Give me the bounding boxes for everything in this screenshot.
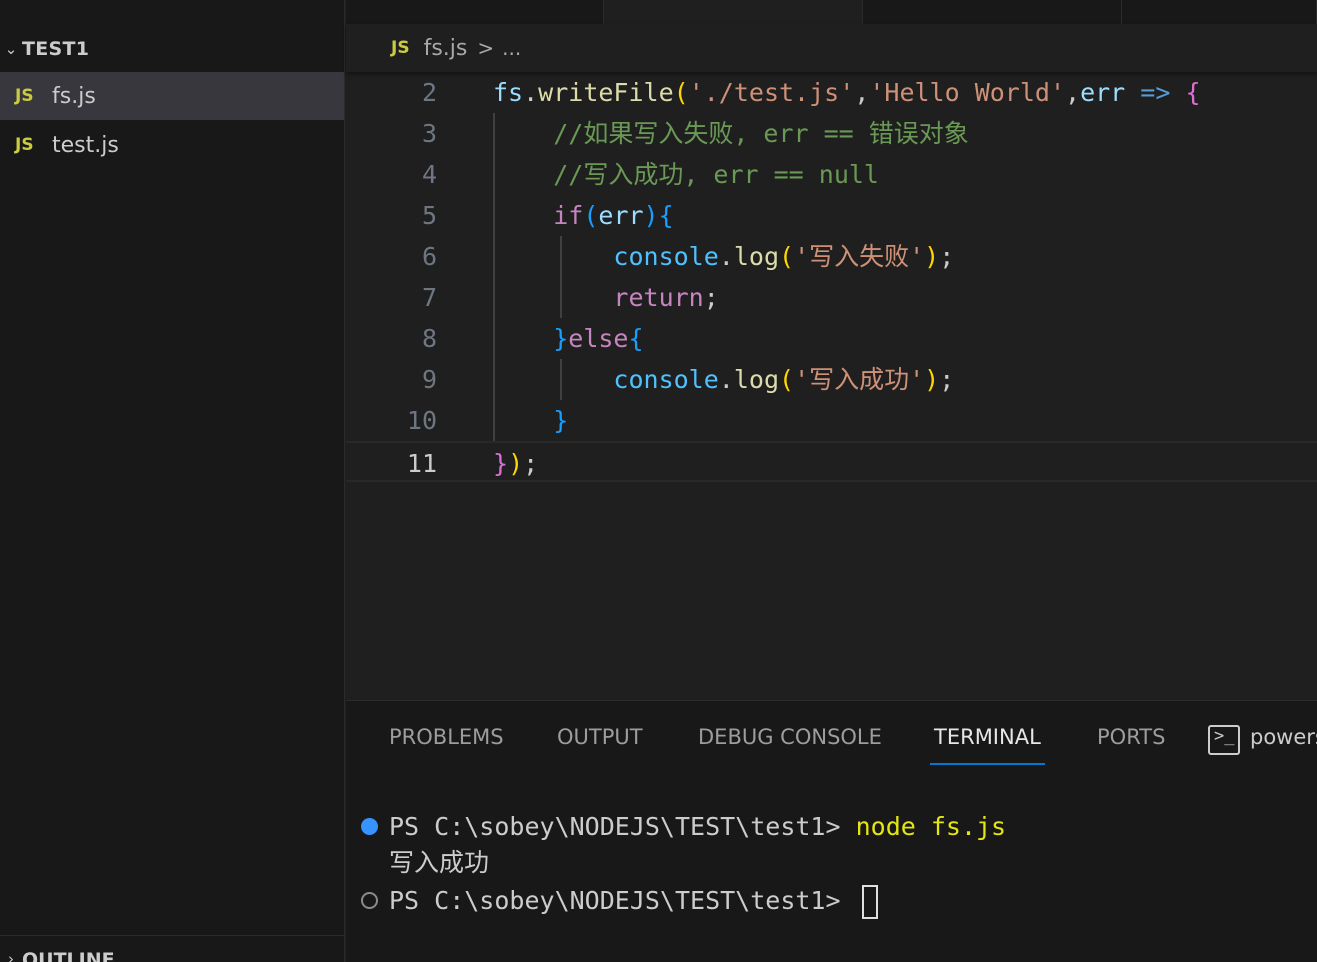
code-line[interactable]: 3 //如果写入失败, err == 错误对象 — [346, 113, 1317, 154]
command-pending-icon[interactable] — [361, 892, 378, 909]
code-line[interactable]: 9 console.log('写入成功'); — [346, 359, 1317, 400]
code-text: }); — [493, 449, 539, 478]
explorer-sidebar: ⌄ TEST1 JS fs.js JS test.js › OUTLINE — [0, 0, 345, 962]
terminal-cursor — [861, 885, 878, 919]
tab-ports[interactable]: PORTS — [1097, 725, 1165, 761]
line-number: 11 — [406, 449, 437, 478]
terminal-line: PS C:\sobey\NODEJS\TEST\test1> — [389, 883, 878, 919]
code-text: if(err){ — [553, 201, 674, 230]
line-number: 8 — [421, 324, 437, 353]
terminal-command: node fs.js — [855, 812, 1007, 841]
code-line[interactable]: 5 if(err){ — [346, 195, 1317, 236]
file-item-test-js[interactable]: JS test.js — [0, 121, 344, 169]
javascript-file-icon: JS — [15, 135, 34, 155]
code-line[interactable]: 11}); — [346, 441, 1317, 482]
terminal-prompt: PS C:\sobey\NODEJS\TEST\test1> — [389, 886, 856, 915]
folder-header[interactable]: ⌄ TEST1 — [0, 30, 344, 68]
line-number: 9 — [421, 365, 437, 394]
file-name: fs.js — [52, 83, 96, 109]
tab-terminal[interactable]: TERMINAL — [930, 725, 1045, 765]
line-number: 7 — [421, 283, 437, 312]
code-text: return; — [613, 283, 719, 312]
code-text: console.log('写入失败'); — [613, 242, 955, 271]
tab-debug-console[interactable]: DEBUG CONSOLE — [698, 725, 882, 761]
line-number: 5 — [421, 201, 437, 230]
breadcrumb-file[interactable]: fs.js — [424, 36, 468, 61]
file-item-fs-js[interactable]: JS fs.js — [0, 72, 344, 120]
code-line[interactable]: 7 return; — [346, 277, 1317, 318]
code-text: console.log('写入成功'); — [613, 365, 955, 394]
code-text: fs.writeFile('./test.js','Hello World',e… — [493, 78, 1201, 107]
code-line[interactable]: 4 //写入成功, err == null — [346, 154, 1317, 195]
command-success-icon[interactable] — [361, 818, 378, 835]
code-line[interactable]: 6 console.log('写入失败'); — [346, 236, 1317, 277]
javascript-file-icon: JS — [15, 86, 34, 106]
terminal-icon[interactable]: >_ — [1208, 725, 1240, 755]
editor-tab-active[interactable] — [604, 0, 863, 24]
terminal-prompt: PS C:\sobey\NODEJS\TEST\test1> — [389, 812, 856, 841]
terminal-line: PS C:\sobey\NODEJS\TEST\test1> node fs.j… — [389, 809, 1006, 845]
line-number: 4 — [421, 160, 437, 189]
chevron-right-icon: › — [8, 950, 14, 962]
breadcrumb: JS fs.js > ... — [346, 24, 1317, 72]
javascript-file-icon: JS — [391, 38, 410, 58]
code-text: //如果写入失败, err == 错误对象 — [553, 119, 969, 148]
code-text: //写入成功, err == null — [553, 160, 879, 189]
tab-output[interactable]: OUTPUT — [557, 725, 643, 761]
outline-header[interactable]: › OUTLINE — [0, 935, 344, 962]
editor-tab[interactable] — [346, 0, 604, 24]
editor-tab[interactable] — [1122, 0, 1317, 24]
tab-problems[interactable]: PROBLEMS — [389, 725, 504, 761]
folder-name: TEST1 — [22, 38, 90, 60]
terminal-name[interactable]: powershell — [1250, 725, 1317, 749]
code-line[interactable]: 8 }else{ — [346, 318, 1317, 359]
file-name: test.js — [52, 132, 119, 158]
code-line[interactable]: 10 } — [346, 400, 1317, 441]
editor-tab-strip — [346, 0, 1317, 24]
bottom-panel: PROBLEMS OUTPUT DEBUG CONSOLE TERMINAL P… — [346, 700, 1317, 962]
line-number: 3 — [421, 119, 437, 148]
terminal-line: 写入成功 — [389, 848, 490, 877]
code-editor[interactable]: 2 fs.writeFile('./test.js','Hello World',… — [346, 72, 1317, 700]
line-number: 2 — [421, 78, 437, 107]
breadcrumb-more[interactable]: ... — [502, 36, 521, 60]
editor-tab[interactable] — [863, 0, 1122, 24]
line-number: 10 — [406, 406, 437, 435]
chevron-down-icon: ⌄ — [4, 40, 18, 58]
outline-label: OUTLINE — [22, 949, 115, 962]
code-text: }else{ — [553, 324, 644, 353]
line-number: 6 — [421, 242, 437, 271]
code-text: } — [553, 406, 569, 435]
chevron-right-icon: > — [477, 36, 495, 60]
code-line[interactable]: 2 fs.writeFile('./test.js','Hello World',… — [346, 72, 1317, 113]
